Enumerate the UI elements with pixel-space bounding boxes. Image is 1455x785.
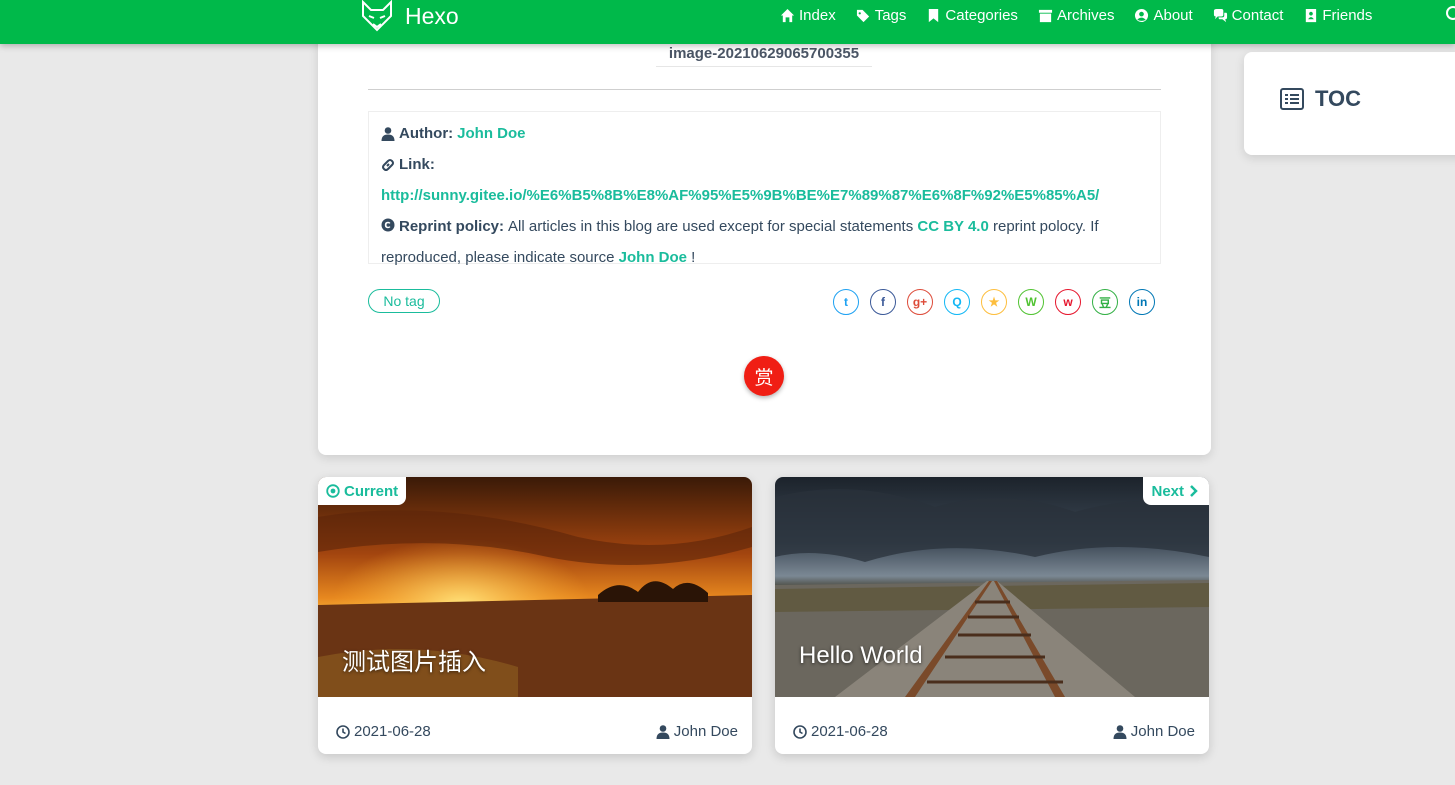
license-link[interactable]: CC BY 4.0 — [917, 218, 988, 235]
nav-item-label: Friends — [1322, 6, 1373, 24]
nav-item-label: Archives — [1056, 6, 1115, 24]
tag-chip[interactable]: No tag — [368, 289, 440, 313]
creative-commons-icon — [381, 218, 395, 232]
nav-item-label: Contact — [1231, 6, 1284, 24]
home-icon — [780, 8, 795, 22]
user-icon — [656, 724, 670, 739]
next-badge[interactable]: Next — [1143, 477, 1209, 505]
nav-item-contact[interactable]: Contact — [1213, 4, 1284, 26]
nav-item-index[interactable]: Index — [780, 4, 836, 26]
nav-item-friends[interactable]: Friends — [1303, 4, 1372, 26]
next-post-date: 2021-06-28 — [793, 723, 888, 740]
share-weibo-icon[interactable]: w — [1055, 289, 1081, 315]
current-post-date: 2021-06-28 — [336, 723, 431, 740]
next-post-title[interactable]: Hello World — [799, 642, 923, 670]
nav-item-label: Categories — [945, 6, 1018, 24]
address-book-icon — [1306, 8, 1317, 22]
current-badge-label: Current — [344, 482, 399, 500]
comments-icon — [1213, 8, 1227, 22]
clock-icon — [793, 724, 807, 739]
divider — [368, 89, 1161, 90]
nav-item-label: About — [1153, 6, 1193, 24]
list-icon — [1280, 88, 1304, 110]
nav-item-label: Index — [799, 6, 836, 24]
user-circle-icon — [1135, 8, 1149, 22]
next-date-text: 2021-06-28 — [811, 723, 888, 740]
reward-button[interactable]: 赏 — [744, 356, 784, 396]
toc-title: TOC — [1280, 86, 1361, 112]
archive-icon — [1038, 9, 1052, 22]
share-wechat-icon[interactable]: W — [1018, 289, 1044, 315]
share-google-plus-icon[interactable]: g+ — [907, 289, 933, 315]
nav-item-about[interactable]: About — [1134, 4, 1193, 26]
user-icon — [381, 126, 395, 141]
share-douban-icon[interactable]: 豆 — [1092, 289, 1118, 315]
tags-icon — [856, 9, 869, 22]
author-line: Author: John Doe — [381, 118, 1148, 149]
share-qzone-icon[interactable]: ★ — [981, 289, 1007, 315]
link-label: Link: — [399, 156, 435, 173]
policy-text: All articles in this blog are used excep… — [508, 218, 914, 235]
toc-label: TOC — [1315, 86, 1362, 111]
source-link[interactable]: John Doe — [619, 249, 687, 266]
dot-circle-icon — [326, 484, 340, 498]
current-date-text: 2021-06-28 — [354, 723, 431, 740]
author-link[interactable]: John Doe — [457, 125, 525, 142]
user-icon — [1113, 724, 1127, 739]
policy-end: ! — [691, 249, 696, 266]
image-caption: image-20210629065700355 — [656, 45, 872, 67]
toc-card: TOC — [1244, 52, 1455, 155]
clock-icon — [336, 724, 350, 739]
current-author-text[interactable]: John Doe — [674, 723, 738, 740]
article-card: image-20210629065700355 Author: John Doe… — [318, 30, 1211, 455]
current-post-author[interactable]: John Doe — [656, 723, 738, 740]
policy-label: Reprint policy: — [399, 218, 505, 235]
brand-link[interactable]: Hexo — [360, 0, 459, 32]
post-url[interactable]: http://sunny.gitee.io/%E6%B5%8B%E8%AF%95… — [381, 180, 1148, 211]
link-icon — [382, 158, 394, 171]
nav-menu: Index Tags Categories Archives About Con… — [780, 4, 1392, 26]
next-badge-label: Next — [1151, 482, 1184, 500]
nav-item-archives[interactable]: Archives — [1038, 4, 1115, 26]
navbar: Hexo Index Tags Categories Archives Abou… — [0, 0, 1455, 44]
search-icon[interactable] — [1446, 6, 1455, 20]
author-label: Author: — [399, 125, 454, 142]
chevron-right-icon — [1190, 485, 1198, 497]
share-qq-icon[interactable]: Q — [944, 289, 970, 315]
share-twitter-icon[interactable]: t — [833, 289, 859, 315]
next-post-meta: 2021-06-28 John Doe — [793, 723, 1195, 740]
share-buttons: t f g+ Q ★ W w 豆 in — [833, 289, 1166, 315]
next-post-author[interactable]: John Doe — [1113, 723, 1195, 740]
share-linkedin-icon[interactable]: in — [1129, 289, 1155, 315]
nav-item-tags[interactable]: Tags — [856, 4, 907, 26]
reprint-policy: Reprint policy: All articles in this blog… — [381, 211, 1148, 273]
link-line: Link: — [381, 149, 1148, 180]
bookmark-icon — [929, 8, 939, 22]
brand-name: Hexo — [405, 2, 459, 29]
nav-item-label: Tags — [874, 6, 907, 24]
current-badge: Current — [318, 477, 407, 505]
copyright-box: Author: John Doe Link: http://sunny.gite… — [368, 111, 1161, 266]
current-post-card[interactable]: 测试图片插入 Current 2021-06-28 John Doe — [318, 477, 752, 754]
fox-logo-icon — [362, 0, 392, 32]
current-post-meta: 2021-06-28 John Doe — [336, 723, 738, 740]
next-author-text[interactable]: John Doe — [1131, 723, 1195, 740]
share-facebook-icon[interactable]: f — [870, 289, 896, 315]
current-post-title[interactable]: 测试图片插入 — [342, 642, 486, 677]
next-post-card[interactable]: Hello World Next 2021-06-28 John Doe — [775, 477, 1209, 754]
post-url-text[interactable]: http://sunny.gitee.io/%E6%B5%8B%E8%AF%95… — [381, 187, 1099, 204]
nav-item-categories[interactable]: Categories — [926, 4, 1018, 26]
